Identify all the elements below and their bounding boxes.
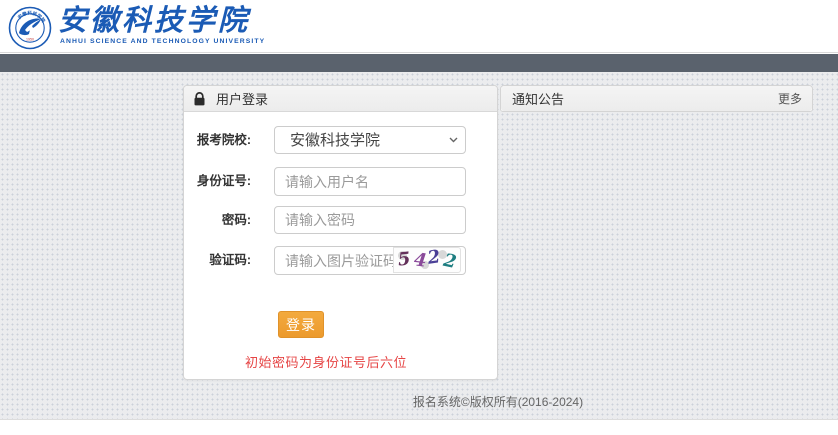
logo-text: 安徽科技学院 ANHUI SCIENCE AND TECHNOLOGY UNIV… [58,4,265,45]
username-input[interactable] [274,167,466,196]
copyright-text: 报名系统©版权所有(2016-2024) [183,393,813,410]
login-panel-title: 用户登录 [216,89,268,108]
initial-password-hint: 初始密码为身份证号后六位 [245,352,407,371]
password-input[interactable] [274,206,466,234]
notice-panel: 通知公告 更多 [500,85,813,112]
captcha-image[interactable]: 5 4 2 2 [393,247,461,273]
captcha-digit: 2 [426,247,442,271]
footer-strip [0,419,838,435]
seal-year: 1950 [26,38,34,42]
notice-panel-title: 通知公告 [512,89,564,108]
notice-panel-header: 通知公告 更多 [501,86,812,111]
school-select[interactable]: 安徽科技学院 [274,126,466,154]
login-button[interactable]: 登录 [278,311,324,338]
id-label: 身份证号: [184,167,251,195]
lock-icon [194,92,205,106]
university-logo: 安徽科技学院 1950 安徽科技学院 ANHUI SCIENCE AND TEC… [8,4,265,50]
registration-login-page: 安徽科技学院 1950 安徽科技学院 ANHUI SCIENCE AND TEC… [0,0,838,435]
login-panel-header: 用户登录 [184,86,497,112]
captcha-label: 验证码: [184,246,251,274]
login-panel: 用户登录 报考院校: 安徽科技学院 身份证号: 密码: 验证码: 5 4 2 2… [183,85,498,380]
more-link[interactable]: 更多 [778,90,802,107]
site-header: 安徽科技学院 1950 安徽科技学院 ANHUI SCIENCE AND TEC… [0,0,838,53]
top-navbar [0,54,838,72]
university-name-en: ANHUI SCIENCE AND TECHNOLOGY UNIVERSITY [60,38,265,45]
captcha-digit: 5 [397,247,412,272]
university-name-cn: 安徽科技学院 [58,4,265,36]
university-seal-icon: 安徽科技学院 1950 [8,6,52,50]
password-label: 密码: [184,206,251,234]
school-label: 报考院校: [184,126,251,154]
